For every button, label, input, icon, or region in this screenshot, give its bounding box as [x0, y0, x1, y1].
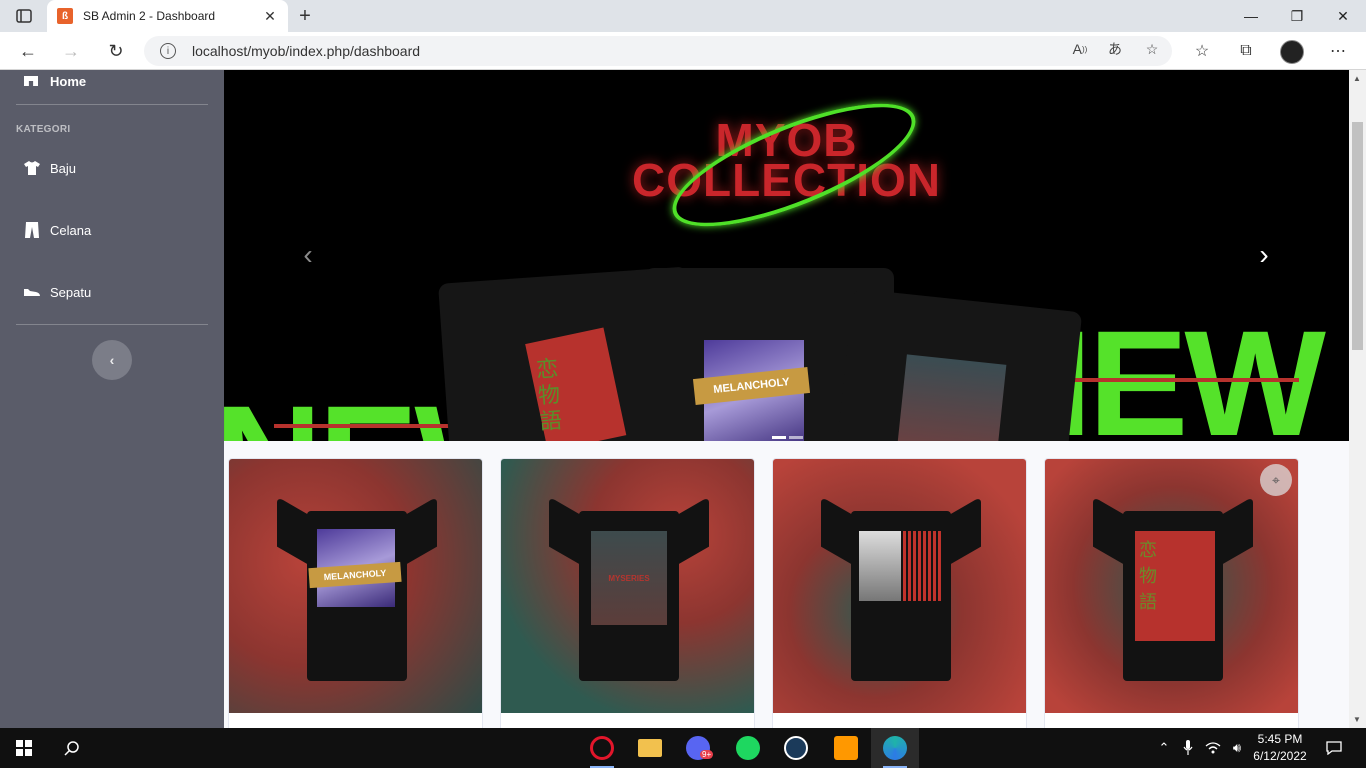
- carousel-indicator[interactable]: [772, 436, 786, 439]
- tshirt-print-stripes: [903, 531, 941, 601]
- carousel-indicator[interactable]: [789, 436, 803, 439]
- search-icon[interactable]: [48, 728, 96, 768]
- sidebar-item-sepatu[interactable]: Sepatu: [24, 280, 91, 304]
- discord-app-icon[interactable]: 9+: [674, 728, 722, 768]
- scroll-up-icon[interactable]: ▲: [1353, 74, 1361, 83]
- pants-icon: [24, 222, 40, 238]
- sidebar-item-celana[interactable]: Celana: [24, 218, 91, 242]
- start-button[interactable]: [0, 728, 48, 768]
- band-red-line: [1054, 378, 1299, 382]
- tshirt-print-kanji: 恋 物 語: [1139, 540, 1157, 612]
- profile-avatar[interactable]: [1280, 40, 1304, 64]
- product-tshirt: MYSERIES: [549, 496, 709, 681]
- hero-carousel: MYOB COLLECTION NEW NEW 恋 物 語 MELANCHOLY…: [224, 70, 1349, 441]
- notification-icon[interactable]: [1322, 736, 1346, 760]
- product-image[interactable]: [773, 459, 1026, 713]
- product-image[interactable]: MYSERIES: [501, 459, 754, 713]
- restore-button[interactable]: ❐: [1274, 0, 1320, 32]
- volume-icon[interactable]: 🔊︎: [1227, 728, 1247, 768]
- spotify-app-icon[interactable]: [724, 728, 772, 768]
- sidebar-divider: [16, 324, 208, 325]
- add-favorite-icon[interactable]: ☆: [1140, 37, 1164, 61]
- visual-search-icon[interactable]: ⌖: [1260, 464, 1292, 496]
- opera-app-icon[interactable]: [578, 728, 626, 768]
- favorites-icon[interactable]: ☆: [1190, 39, 1214, 63]
- tshirt-print: MYSERIES: [591, 531, 667, 625]
- tshirt-print-photo: [859, 531, 901, 601]
- shirt-print: [896, 354, 1007, 441]
- sidebar-item-home[interactable]: Home: [24, 70, 86, 92]
- sidebar-item-label: Celana: [50, 222, 92, 238]
- taskbar-clock[interactable]: 5:45 PM 6/12/2022: [1250, 731, 1310, 765]
- forward-arrow-icon[interactable]: →: [58, 39, 84, 63]
- translate-icon[interactable]: あ: [1103, 37, 1127, 61]
- product-tshirt: MELANCHOLY: [277, 496, 437, 681]
- sidebar-item-label: Baju: [50, 160, 77, 176]
- clock-date: 6/12/2022: [1253, 749, 1307, 763]
- product-card[interactable]: 恋 物 語: [1044, 458, 1299, 738]
- tshirt-icon: [24, 160, 40, 176]
- site-info-icon[interactable]: i: [160, 43, 176, 59]
- product-image[interactable]: MELANCHOLY: [229, 459, 482, 713]
- new-tab-button[interactable]: +: [293, 4, 317, 28]
- refresh-icon[interactable]: ↻: [103, 39, 129, 63]
- product-image[interactable]: 恋 物 語: [1045, 459, 1298, 713]
- address-toolbar: ← → ↻ i localhost/myob/index.php/dashboa…: [0, 32, 1366, 70]
- home-icon: [24, 76, 38, 86]
- carousel-next-button[interactable]: ›: [1252, 239, 1276, 270]
- back-arrow-icon[interactable]: ←: [15, 39, 41, 63]
- product-tshirt: 恋 物 語: [1093, 496, 1253, 681]
- tab-title: SB Admin 2 - Dashboard: [83, 9, 216, 23]
- carousel-indicators: [772, 436, 803, 439]
- xampp-favicon-icon: ß: [57, 8, 73, 24]
- sidebar-item-baju[interactable]: Baju: [24, 156, 76, 180]
- tab-actions-icon[interactable]: [10, 6, 38, 26]
- edge-app-icon[interactable]: [871, 728, 919, 768]
- sidebar-item-label: Home: [50, 73, 87, 89]
- shoe-icon: [24, 284, 40, 300]
- tray-overflow-icon[interactable]: ⌃: [1154, 728, 1174, 768]
- discord-badge: 9+: [700, 750, 714, 759]
- sidebar-divider: [16, 104, 208, 105]
- browser-tab-bar: ß SB Admin 2 - Dashboard ✕ + — ❐ ✕: [0, 0, 1366, 32]
- tab-close-button[interactable]: ✕: [262, 8, 278, 25]
- clock-time: 5:45 PM: [1257, 732, 1303, 746]
- sublime-text-icon[interactable]: [822, 728, 870, 768]
- scroll-down-icon[interactable]: ▼: [1353, 715, 1361, 724]
- file-explorer-icon[interactable]: [626, 728, 674, 768]
- sidebar-toggle-button[interactable]: ‹: [92, 340, 132, 380]
- browser-tab[interactable]: ß SB Admin 2 - Dashboard ✕: [47, 0, 288, 32]
- product-card[interactable]: [772, 458, 1027, 738]
- steam-app-icon[interactable]: [772, 728, 820, 768]
- microphone-icon[interactable]: [1178, 728, 1198, 768]
- close-window-button[interactable]: ✕: [1320, 0, 1366, 32]
- collections-icon[interactable]: ⧉: [1234, 39, 1258, 63]
- carousel-prev-button[interactable]: ‹: [296, 239, 320, 270]
- product-tshirt: [821, 496, 981, 681]
- product-card[interactable]: MELANCHOLY: [228, 458, 483, 738]
- minimize-button[interactable]: —: [1228, 0, 1274, 32]
- read-aloud-icon[interactable]: A)): [1068, 37, 1092, 61]
- scrollbar-thumb[interactable]: [1352, 122, 1363, 350]
- wifi-icon[interactable]: [1203, 728, 1223, 768]
- url-text[interactable]: localhost/myob/index.php/dashboard: [192, 43, 420, 59]
- banner-shirt: [835, 288, 1083, 441]
- more-menu-icon[interactable]: ⋯: [1326, 39, 1350, 63]
- sidebar-heading: KATEGORI: [16, 124, 71, 135]
- sidebar-item-label: Sepatu: [50, 284, 92, 300]
- product-card[interactable]: MYSERIES: [500, 458, 755, 738]
- windows-taskbar: 9+ ⌃ 🔊︎ 5:45 PM 6/12/2022: [0, 728, 1366, 768]
- page-scrollbar[interactable]: ▲ ▼: [1349, 70, 1366, 728]
- sidebar: Home KATEGORI Baju Celana Sepatu ‹: [0, 70, 224, 728]
- address-bar[interactable]: i localhost/myob/index.php/dashboard: [144, 36, 1172, 66]
